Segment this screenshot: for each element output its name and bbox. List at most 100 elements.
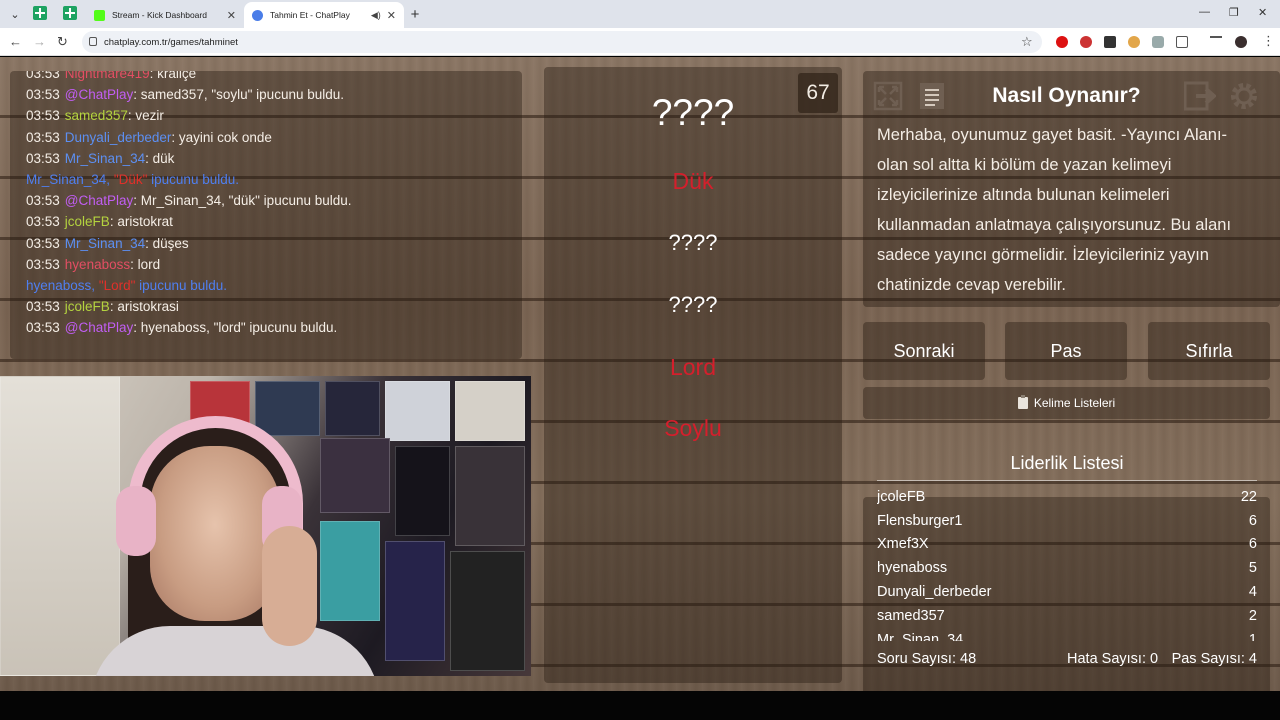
player-name: Mr_Sinan_34 [877, 631, 964, 641]
reset-button[interactable]: Sıfırla [1148, 322, 1270, 380]
player-name: Xmef3X [877, 536, 929, 553]
pass-button[interactable]: Pas [1005, 322, 1127, 380]
wall-poster [320, 521, 380, 621]
chatplay-favicon-icon [252, 9, 263, 21]
close-tab-icon[interactable]: ✕ [227, 9, 236, 22]
word-lists-label: Kelime Listeleri [1033, 396, 1116, 410]
forward-arrow-icon[interactable]: → [33, 34, 46, 49]
how-to-description: Merhaba, oyunumuz gayet basit. -Yayıncı … [877, 126, 1232, 294]
chat-text: : düşes [145, 235, 189, 251]
chat-username[interactable]: Mr_Sinan_34 [65, 151, 145, 166]
streamer-shirt [90, 626, 380, 676]
extension-opera-icon[interactable] [1056, 36, 1068, 48]
new-tab-plus-icon[interactable]: + [406, 5, 424, 23]
chat-system-line: Mr_Sinan_34, "Dük" ipucunu buldu. [26, 169, 522, 190]
chat-message: 03:53 Mr_Sinan_34: düşes [26, 233, 522, 254]
site-info-icon[interactable] [89, 37, 97, 46]
browser-menu-icon[interactable]: ⋮ [1262, 33, 1275, 49]
chat-message: 03:53 jcoleFB: aristokrasi [26, 296, 522, 317]
leaderboard-row: Dunyali_derbeder 4 [877, 580, 1257, 604]
leaderboard-row: hyenaboss 5 [877, 556, 1257, 580]
system-pre: Mr_Sinan_34, [26, 171, 114, 187]
close-tab-icon[interactable]: ✕ [387, 9, 396, 22]
chat-time: 03:53 [26, 235, 60, 251]
question-count: Soru Sayısı: 48 [877, 651, 977, 667]
chat-username[interactable]: @ChatPlay [65, 193, 133, 208]
reading-list-icon[interactable] [1210, 36, 1222, 44]
extension-dark-icon[interactable] [1104, 36, 1116, 48]
error-count: Hata Sayısı: 0 [1067, 651, 1159, 667]
leaderboard-row: Mr_Sinan_34 1 [877, 628, 1257, 641]
chat-time: 03:53 [26, 108, 60, 124]
back-arrow-icon[interactable]: ← [9, 34, 22, 49]
chat-username[interactable]: hyenaboss [65, 257, 130, 272]
bookmark-star-icon[interactable]: ☆ [1021, 34, 1033, 50]
next-button[interactable]: Sonraki [863, 322, 985, 380]
address-bar-row: ← → ↻ chatplay.com.tr/games/tahminet ☆ ⋮ [0, 28, 1280, 56]
extensions-puzzle-icon[interactable] [1176, 36, 1188, 48]
hint-word: Lord [669, 354, 717, 380]
leaderboard-title: Liderlik Listesi [877, 453, 1257, 481]
reload-icon[interactable]: ↻ [57, 34, 68, 50]
chat-username[interactable]: Mr_Sinan_34 [65, 236, 145, 251]
minimize-icon[interactable]: — [1199, 6, 1210, 18]
tab-kick-dashboard[interactable]: Stream - Kick Dashboard ✕ [86, 2, 244, 28]
player-name: hyenaboss [877, 560, 948, 577]
chat-username[interactable]: Dunyali_derbeder [65, 130, 172, 145]
chat-message: 03:53 Nightmare419: kraliçe [26, 71, 522, 84]
tab-title: Stream - Kick Dashboard [112, 10, 207, 20]
chat-username[interactable]: @ChatPlay [65, 87, 133, 102]
chat-time: 03:53 [26, 256, 60, 272]
chat-time: 03:53 [26, 150, 60, 166]
chat-username[interactable]: jcoleFB [65, 214, 110, 229]
extension-orange-icon[interactable] [1128, 36, 1140, 48]
streamer-hand [262, 526, 317, 646]
pinned-tab-sheets-icon-2[interactable] [63, 6, 77, 20]
game-stats: Soru Sayısı: 48 Hata Sayısı: 0 Pas Sayıs… [877, 651, 1257, 671]
chat-panel: 03:53 Nightmare419: kraliçe 03:53 @ChatPlay… [10, 71, 522, 359]
chat-message: 03:53 Dunyali_derbeder: yayini cok onde [26, 127, 522, 148]
kick-favicon-icon [94, 9, 105, 21]
chat-message: 03:53 @ChatPlay: samed357, "soylu" ipucun… [26, 84, 522, 105]
pass-count: Pas Sayısı: 4 [1171, 651, 1257, 667]
tab-tahmin-et[interactable]: Tahmin Et - ChatPlay ◀) ✕ [244, 2, 404, 28]
chat-text: : kraliçe [149, 71, 197, 81]
pinned-tab-sheets-icon[interactable] [33, 6, 47, 20]
player-name: jcoleFB [877, 488, 926, 505]
chat-time: 03:53 [26, 129, 60, 145]
leaderboard-row: Flensburger1 6 [877, 509, 1257, 533]
settings-gear-icon[interactable] [1227, 79, 1261, 113]
main-word: ???? [651, 92, 735, 133]
chat-username[interactable]: jcoleFB [65, 299, 110, 314]
leaderboard-row: Xmef3X 6 [877, 533, 1257, 557]
chat-username[interactable]: samed357 [65, 108, 128, 123]
player-name: Dunyali_derbeder [877, 584, 992, 601]
tab-search-chevron-icon[interactable]: ⌄ [6, 5, 24, 23]
chat-time: 03:53 [26, 299, 60, 315]
wall-poster [255, 381, 320, 436]
leaderboard-list[interactable]: jcoleFB 22 Flensburger1 6 Xmef3X 6 hyenaboss 5 D… [877, 485, 1257, 641]
extension-shield-icon[interactable] [1152, 36, 1164, 48]
url-text: chatplay.com.tr/games/tahminet [104, 36, 238, 48]
chat-username[interactable]: Nightmare419 [65, 71, 150, 81]
restore-icon[interactable]: ❐ [1229, 6, 1239, 19]
close-window-icon[interactable]: ✕ [1258, 6, 1267, 19]
chat-text: : aristokrat [109, 214, 173, 230]
streamer-webcam [0, 376, 531, 676]
exit-icon[interactable] [1183, 79, 1217, 113]
wall-poster [0, 376, 120, 676]
chat-time: 03:53 [26, 193, 60, 209]
hint-word: Dük [672, 168, 714, 194]
tab-title: Tahmin Et - ChatPlay [270, 10, 350, 20]
extension-red-icon[interactable] [1080, 36, 1092, 48]
chat-time: 03:53 [26, 320, 60, 336]
url-field[interactable]: chatplay.com.tr/games/tahminet [82, 31, 1042, 53]
chat-message: 03:53 @ChatPlay: hyenaboss, "lord" ipucun… [26, 317, 522, 338]
chat-username[interactable]: @ChatPlay [65, 320, 133, 335]
chat-text: : lord [130, 256, 161, 272]
word-lists-button[interactable]: Kelime Listeleri [863, 387, 1270, 419]
wall-poster [385, 541, 445, 661]
wall-poster [455, 446, 525, 546]
speaker-icon[interactable]: ◀) [371, 10, 381, 21]
profile-avatar[interactable] [1235, 36, 1247, 48]
